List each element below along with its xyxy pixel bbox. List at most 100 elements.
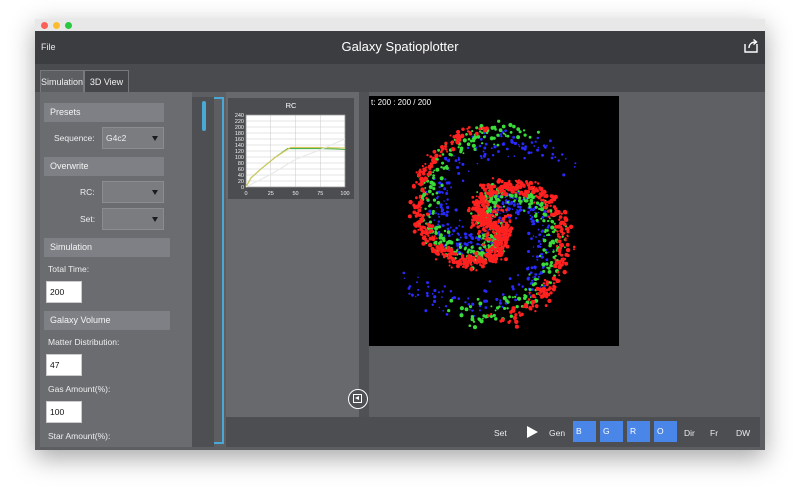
particle xyxy=(425,212,430,216)
particle xyxy=(494,309,497,312)
particle xyxy=(524,288,528,291)
rc-dropdown[interactable] xyxy=(102,181,164,203)
particle xyxy=(478,309,482,312)
dir-button[interactable]: Dir xyxy=(684,428,695,438)
particle xyxy=(427,285,430,288)
zoom-window-button[interactable] xyxy=(65,22,72,29)
play-icon[interactable] xyxy=(527,426,538,438)
orange-toggle-button[interactable]: O xyxy=(654,421,677,442)
particle xyxy=(490,125,495,130)
particle xyxy=(509,130,513,134)
particle xyxy=(554,258,557,261)
scroll-thumb[interactable] xyxy=(202,101,206,131)
settings-scrollbar[interactable] xyxy=(192,97,214,447)
particle xyxy=(461,162,465,166)
particle xyxy=(482,150,485,153)
particle xyxy=(458,225,461,227)
particle xyxy=(532,255,534,258)
bottom-toolbar: Set Gen B G R O Dir Fr DW xyxy=(226,417,760,447)
particle xyxy=(471,255,476,260)
particle xyxy=(554,156,557,159)
particle xyxy=(522,129,526,132)
particle xyxy=(532,246,535,248)
particle xyxy=(501,223,504,226)
particle xyxy=(441,153,445,156)
y-tick-label: 220 xyxy=(235,119,244,125)
particle xyxy=(473,200,478,205)
gas-amount-input[interactable]: 100 xyxy=(46,401,82,423)
particle xyxy=(550,220,555,224)
particle xyxy=(499,212,501,215)
minimize-window-button[interactable] xyxy=(53,22,60,29)
panel-resize-handle[interactable] xyxy=(214,97,224,444)
green-toggle-button[interactable]: G xyxy=(600,421,623,442)
particle xyxy=(541,229,545,233)
close-window-button[interactable] xyxy=(41,22,48,29)
particle xyxy=(461,127,465,132)
particle xyxy=(475,261,479,265)
particle xyxy=(562,231,566,235)
particle xyxy=(531,293,536,299)
tab-simulation[interactable]: Simulation xyxy=(40,70,84,92)
particle xyxy=(479,258,482,262)
particle xyxy=(512,315,518,320)
tab-bar: Simulation 3D View xyxy=(35,64,765,92)
particle xyxy=(420,187,425,192)
particle xyxy=(466,142,471,147)
particle xyxy=(463,232,467,236)
particle xyxy=(407,214,412,219)
particle xyxy=(538,207,541,211)
particle xyxy=(416,293,420,297)
particle xyxy=(440,183,444,188)
core-particle xyxy=(482,224,485,227)
particle xyxy=(414,295,417,298)
particle xyxy=(434,211,437,215)
particle xyxy=(510,141,513,144)
particle xyxy=(425,291,429,295)
particle xyxy=(408,292,411,295)
share-icon[interactable] xyxy=(743,38,759,54)
particle xyxy=(466,130,470,133)
sequence-dropdown[interactable]: G4c2 xyxy=(102,127,164,149)
particle xyxy=(480,157,483,160)
particle xyxy=(417,228,420,231)
particle xyxy=(503,296,506,299)
particle xyxy=(528,205,531,209)
particle xyxy=(563,246,566,249)
particle xyxy=(529,296,532,299)
particle xyxy=(518,144,520,146)
particle xyxy=(443,229,447,233)
particle xyxy=(457,135,461,139)
fr-button[interactable]: Fr xyxy=(710,428,718,438)
particle xyxy=(489,197,494,201)
tab-3d-view[interactable]: 3D View xyxy=(84,70,129,92)
particle xyxy=(447,181,451,185)
dw-button[interactable]: DW xyxy=(736,428,750,438)
simulation-area: t: 200 : 200 / 200 xyxy=(369,92,760,417)
particle xyxy=(428,167,432,171)
particle xyxy=(437,190,442,194)
title-bar xyxy=(35,19,765,31)
galaxy-render[interactable]: t: 200 : 200 / 200 xyxy=(369,96,619,346)
particle xyxy=(479,154,483,158)
set-dropdown[interactable] xyxy=(102,208,164,230)
core-particle xyxy=(493,215,497,218)
particle xyxy=(424,186,427,189)
blue-toggle-button[interactable]: B xyxy=(573,421,596,442)
total-time-input[interactable]: 200 xyxy=(46,281,82,303)
matter-distribution-input[interactable]: 47 xyxy=(46,354,82,376)
particle xyxy=(426,281,429,285)
particle xyxy=(433,295,437,299)
collapse-panel-button[interactable] xyxy=(348,389,368,409)
core-particle xyxy=(508,220,512,224)
red-toggle-button[interactable]: R xyxy=(627,421,650,442)
particle xyxy=(458,252,462,256)
particle xyxy=(485,191,488,194)
particle xyxy=(440,209,444,213)
particle xyxy=(445,192,449,195)
particle xyxy=(515,198,518,200)
particle xyxy=(448,234,451,237)
particle xyxy=(500,219,502,221)
gen-button[interactable]: Gen xyxy=(549,428,565,438)
set-button[interactable]: Set xyxy=(494,428,507,438)
